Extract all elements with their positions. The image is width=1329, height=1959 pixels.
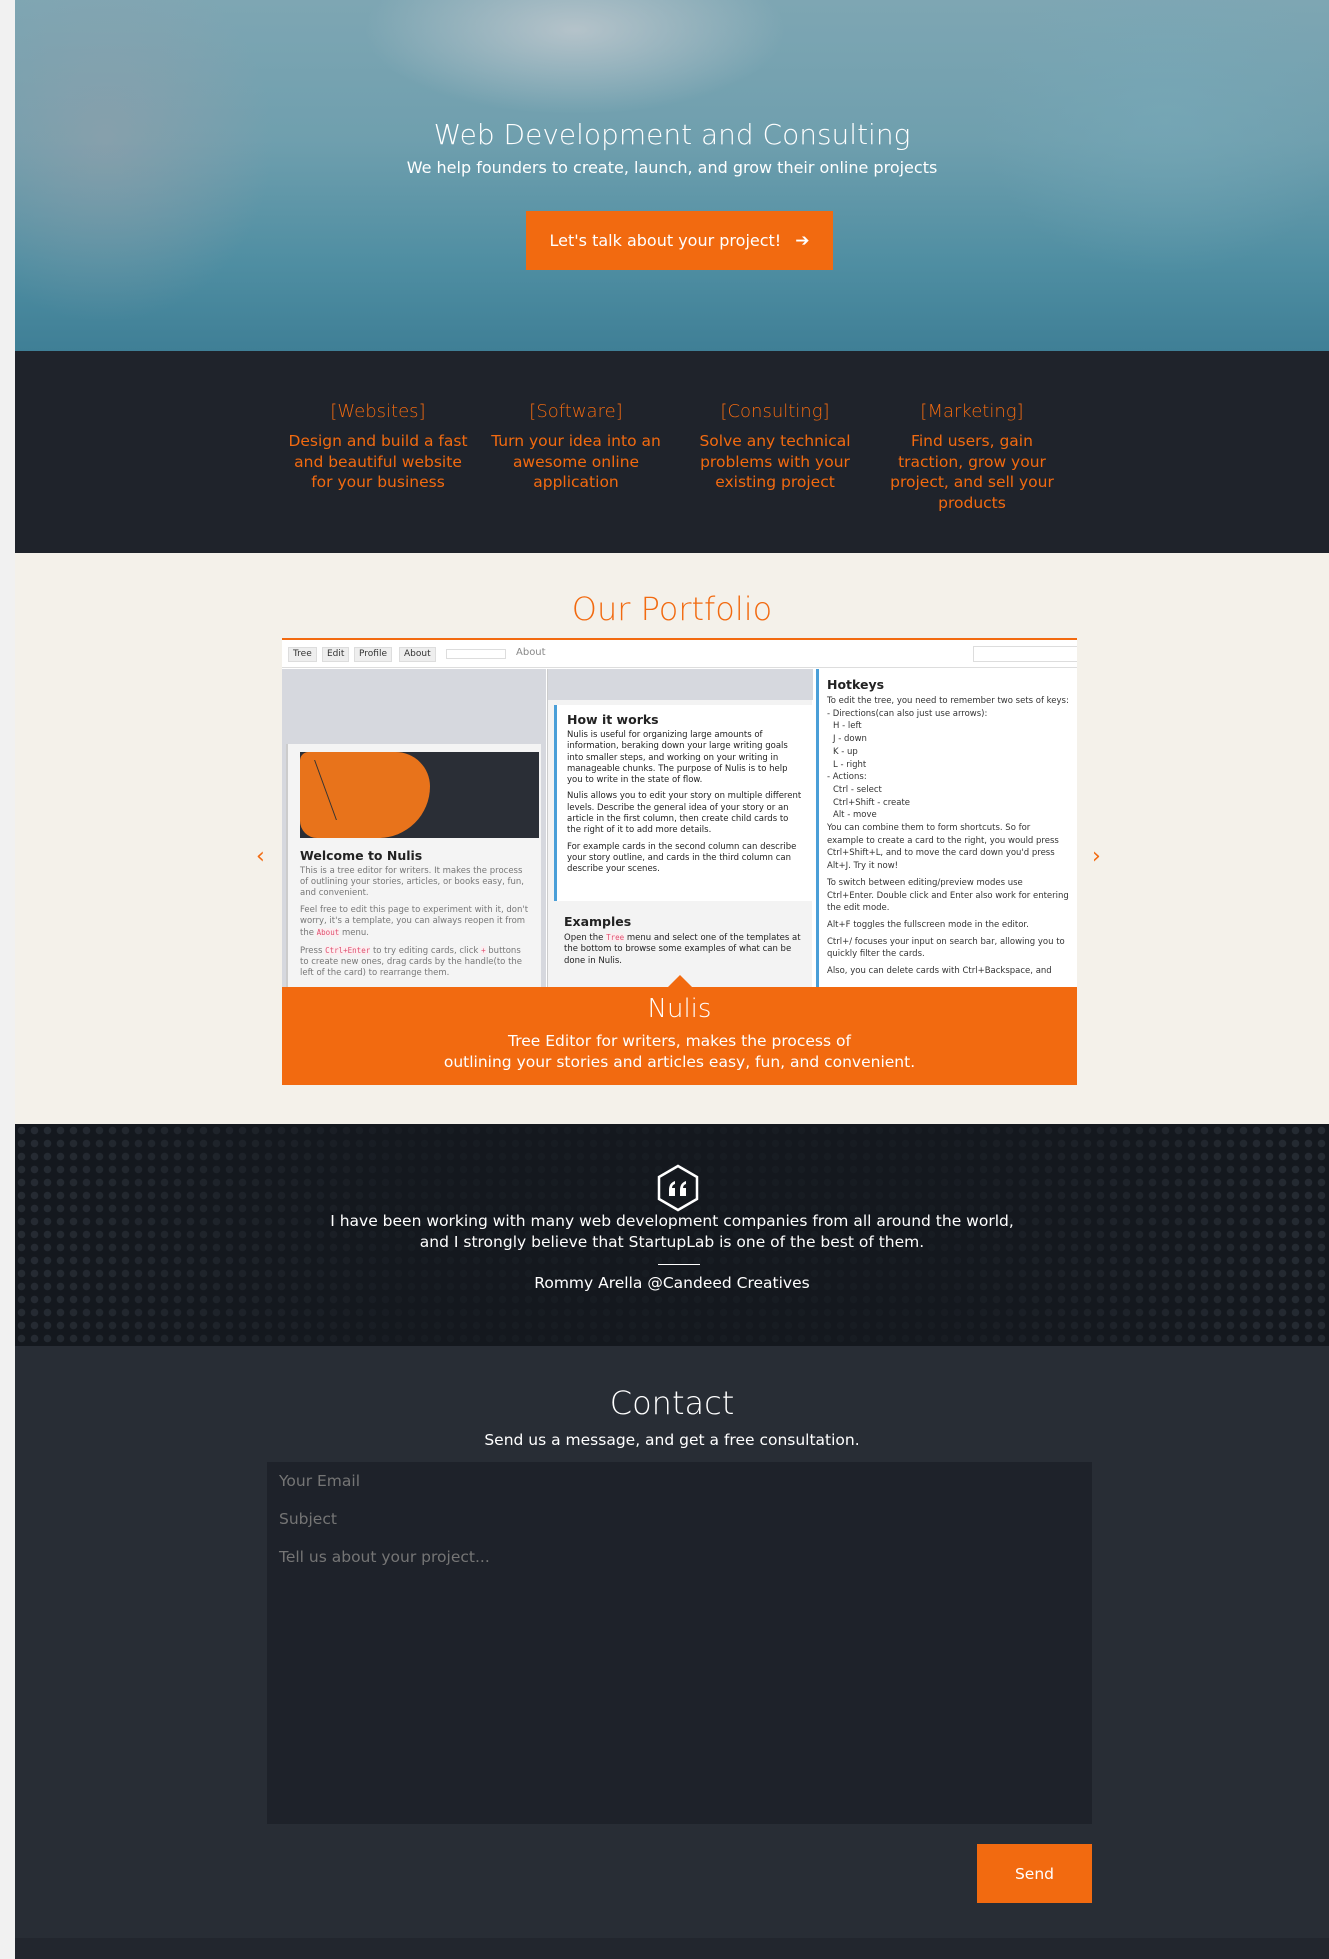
footer-strip — [15, 1938, 1329, 1959]
hotkey-line: L - right — [833, 759, 867, 770]
card-text: This is a tree editor for writers. It ma… — [300, 866, 524, 898]
project-description: Tree Editor for writers, makes the proce… — [443, 1032, 916, 1071]
service-title: [Marketing] — [920, 401, 1024, 422]
hotkey-line: J - down — [833, 734, 867, 745]
service-text: Solve any technical problems with your e… — [699, 432, 851, 491]
hotkey-line: Ctrl - select — [833, 784, 882, 795]
message-field[interactable] — [267, 1538, 1092, 1824]
nulis-toolbar: Tree Edit Profile About About ⌕ — [282, 640, 1077, 668]
subject-field[interactable] — [267, 1500, 1092, 1538]
service-title: [Consulting] — [720, 401, 830, 422]
search-box: ⌕ — [973, 646, 1077, 662]
menu-edit: Edit — [322, 647, 350, 662]
service-marketing: [Marketing] Find users, gain traction, g… — [877, 401, 1067, 513]
portfolio-section: Our Portfolio ‹ › Tree Edit Profile Abou… — [15, 553, 1329, 1124]
card-heading: Hotkeys — [827, 677, 885, 692]
services-section: [Websites] Design and build a fast and b… — [15, 351, 1329, 553]
hotkey-line: - Directions(can also just use arrows): — [827, 708, 988, 719]
testimonial-quote: I have been working with many web develo… — [330, 1212, 1014, 1251]
service-websites: [Websites] Design and build a fast and b… — [283, 401, 473, 493]
card-text: Nulis allows you to edit your story on m… — [567, 791, 802, 836]
testimonial-author: Rommy Arella @Candeed Creatives — [534, 1274, 810, 1292]
menu-profile: Profile — [354, 647, 392, 662]
tree-column-3: Hotkeys To edit the tree, you need to re… — [816, 669, 1077, 987]
project-name: Nulis — [647, 994, 712, 1024]
hotkey-line: Alt - move — [833, 810, 877, 821]
hotkey-line: - Actions: — [827, 772, 867, 783]
service-text: Turn your idea into an awesome online ap… — [491, 432, 661, 491]
divider — [658, 1264, 700, 1265]
arrow-right-icon: ➔ — [795, 230, 810, 251]
card-text: Press Ctrl+Enter to try editing cards, c… — [300, 946, 523, 978]
contact-title: Contact — [609, 1384, 735, 1422]
card-text: Open the Tree menu and select one of the… — [564, 933, 801, 966]
testimonial-section: I have been working with many web develo… — [15, 1124, 1329, 1346]
portfolio-title: Our Portfolio — [571, 590, 773, 628]
card-heading: Examples — [564, 914, 632, 929]
card-text: Feel free to edit this page to experimen… — [300, 905, 529, 938]
how-it-works-card: How it works Nulis is useful for organiz… — [554, 705, 813, 901]
card-text: For example cards in the second column c… — [567, 841, 797, 875]
hero-section: Web Development and Consulting We help f… — [15, 0, 1329, 351]
hotkey-line: K - up — [833, 746, 858, 757]
service-consulting: [Consulting] Solve any technical problem… — [680, 401, 870, 493]
contact-section: Contact Send us a message, and get a fre… — [15, 1346, 1329, 1938]
quote-icon — [657, 1164, 699, 1212]
service-text: Find users, gain traction, grow your pro… — [890, 432, 1054, 512]
contact-form — [267, 1462, 1092, 1824]
service-text: Design and build a fast and beautiful we… — [288, 432, 468, 491]
card-heading: How it works — [567, 712, 659, 727]
progress-indicator — [446, 649, 506, 659]
hotkey-line: Ctrl+/ focuses your input on search bar,… — [827, 936, 1065, 960]
left-margin-strip — [0, 0, 15, 1959]
cta-label: Let's talk about your project! — [549, 231, 782, 250]
about-link: About — [516, 647, 546, 658]
hero-title: Web Development and Consulting — [433, 118, 911, 151]
tree-column-1: Welcome to Nulis This is a tree editor f… — [282, 669, 546, 987]
send-button[interactable]: Send — [977, 1844, 1092, 1903]
brain-illustration — [300, 752, 539, 838]
card-heading: Welcome to Nulis — [300, 848, 423, 863]
hotkey-line: You can combine them to form shortcuts. … — [827, 823, 1059, 872]
chevron-left-icon[interactable]: ‹ — [256, 844, 265, 869]
hotkey-line: Ctrl+Shift - create — [833, 797, 911, 808]
hotkey-line: Alt+F toggles the fullscreen mode in the… — [827, 919, 1029, 930]
chevron-right-icon[interactable]: › — [1092, 844, 1101, 869]
service-software: [Software] Turn your idea into an awesom… — [481, 401, 671, 493]
menu-tree: Tree — [288, 647, 317, 662]
slide-caption: Nulis Tree Editor for writers, makes the… — [282, 975, 1077, 1085]
cta-button[interactable]: Let's talk about your project! ➔ — [526, 211, 833, 270]
email-field[interactable] — [267, 1462, 1092, 1500]
service-title: [Software] — [529, 401, 623, 422]
hotkey-line: To switch between editing/preview modes … — [827, 877, 1069, 914]
card-text: Nulis is useful for organizing large amo… — [567, 730, 788, 786]
tree-column-2: How it works Nulis is useful for organiz… — [547, 669, 813, 987]
welcome-card: Welcome to Nulis This is a tree editor f… — [286, 744, 541, 987]
hotkey-line: Also, you can delete cards with Ctrl+Bac… — [827, 966, 1052, 977]
hotkey-line: To edit the tree, you need to remember t… — [827, 696, 1069, 706]
portfolio-slide[interactable]: Tree Edit Profile About About ⌕ Welcome … — [282, 638, 1077, 1085]
hero-subtitle: We help founders to create, launch, and … — [406, 158, 938, 177]
service-title: [Websites] — [330, 401, 426, 422]
page: Web Development and Consulting We help f… — [15, 0, 1329, 1959]
hotkey-line: H - left — [833, 721, 862, 732]
contact-subtitle: Send us a message, and get a free consul… — [484, 1431, 860, 1449]
menu-about: About — [399, 647, 436, 662]
